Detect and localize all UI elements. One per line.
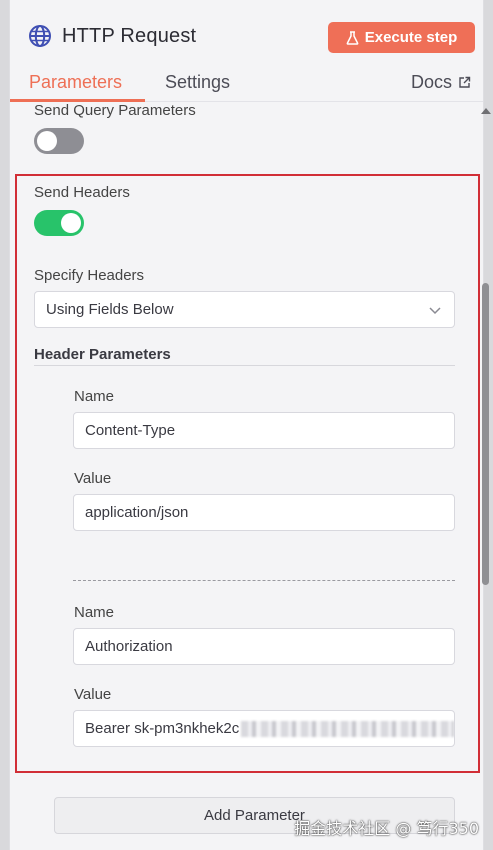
param-separator bbox=[73, 580, 455, 581]
param-2-value-value: Bearer sk-pm3nkhek2c bbox=[85, 720, 240, 737]
header-parameters-title: Header Parameters bbox=[34, 346, 171, 363]
send-headers-toggle[interactable] bbox=[34, 210, 84, 236]
send-query-label: Send Query Parameters bbox=[34, 102, 196, 119]
add-parameter-label: Add Parameter bbox=[204, 807, 305, 824]
param-2-name-value: Authorization bbox=[85, 638, 173, 655]
param-1-name-label: Name bbox=[74, 388, 115, 405]
execute-step-button[interactable]: Execute step bbox=[328, 22, 475, 53]
specify-headers-value: Using Fields Below bbox=[46, 301, 174, 318]
send-headers-label: Send Headers bbox=[34, 184, 130, 201]
chevron-down-icon bbox=[429, 307, 441, 315]
globe-icon bbox=[29, 25, 51, 47]
param-1-value-label: Value bbox=[74, 470, 112, 487]
node-panel: HTTP Request Execute step Parameters Set… bbox=[9, 0, 484, 850]
tab-parameters[interactable]: Parameters bbox=[29, 72, 122, 93]
specify-headers-select[interactable]: Using Fields Below bbox=[34, 291, 455, 328]
panel-header: HTTP Request Execute step Parameters Set… bbox=[10, 0, 483, 102]
tab-docs-label: Docs bbox=[410, 72, 452, 92]
param-1-value-value: application/json bbox=[85, 504, 189, 521]
parameters-content: Send Query Parameters Send Headers Speci… bbox=[10, 102, 483, 850]
toggle-knob bbox=[61, 213, 81, 233]
execute-step-label: Execute step bbox=[364, 29, 458, 46]
node-title: HTTP Request bbox=[62, 25, 197, 47]
section-divider bbox=[34, 365, 455, 366]
specify-headers-label: Specify Headers bbox=[34, 267, 145, 284]
send-query-toggle[interactable] bbox=[34, 128, 84, 154]
redacted-token bbox=[241, 720, 454, 737]
scroll-up-arrow-icon[interactable] bbox=[481, 108, 491, 114]
param-1-name-input[interactable]: Content-Type bbox=[73, 412, 455, 449]
tab-settings[interactable]: Settings bbox=[165, 72, 230, 93]
param-1-value-input[interactable]: application/json bbox=[73, 494, 455, 531]
param-1-name-value: Content-Type bbox=[85, 422, 176, 439]
scrollbar-thumb[interactable] bbox=[482, 283, 489, 585]
external-link-icon bbox=[459, 76, 471, 88]
param-2-name-input[interactable]: Authorization bbox=[73, 628, 455, 665]
tab-docs[interactable]: Docs bbox=[411, 72, 471, 93]
param-2-value-label: Value bbox=[74, 686, 112, 703]
param-2-name-label: Name bbox=[74, 604, 115, 621]
toggle-knob bbox=[37, 131, 57, 151]
flask-icon bbox=[346, 30, 359, 45]
param-2-value-input[interactable]: Bearer sk-pm3nkhek2c bbox=[73, 710, 455, 747]
watermark-text: 掘金技术社区 @ 笃行350 bbox=[294, 819, 479, 838]
